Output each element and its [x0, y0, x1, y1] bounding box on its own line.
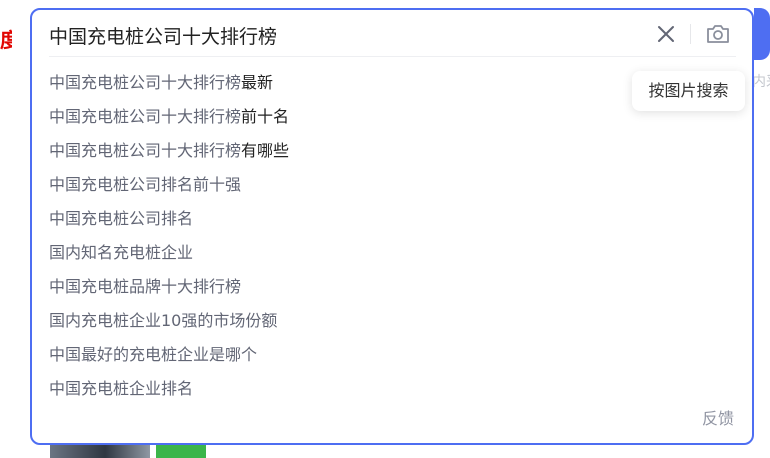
close-icon[interactable]	[655, 23, 677, 45]
suggestion-item[interactable]: 中国充电桩公司十大排行榜前十名	[49, 100, 289, 134]
input-divider	[49, 56, 736, 57]
image-search-tooltip[interactable]: 按图片搜索	[632, 71, 745, 111]
suggestion-prefix: 中国充电桩公司十大排行榜	[49, 107, 242, 126]
suggestion-prefix: 中国充电桩企业排名	[49, 379, 194, 398]
suggestion-item[interactable]: 中国最好的充电桩企业是哪个	[49, 338, 289, 372]
suggestion-prefix: 中国充电桩公司十大排行榜	[49, 141, 242, 160]
suggestion-item[interactable]: 中国充电桩企业排名	[49, 372, 289, 406]
suggestion-item[interactable]: 中国充电桩公司十大排行榜最新	[49, 66, 289, 100]
suggestion-item[interactable]: 国内充电桩企业10强的市场份额	[49, 304, 289, 338]
feedback-link[interactable]: 反馈	[702, 408, 734, 430]
suggestion-suffix: 前十名	[241, 107, 290, 126]
camera-icon[interactable]	[705, 21, 731, 47]
search-submit-button-edge[interactable]	[754, 8, 770, 60]
suggestion-suffix: 有哪些	[241, 141, 290, 160]
suggestion-item[interactable]: 中国充电桩公司排名前十强	[49, 168, 289, 202]
suggestion-prefix: 国内知名充电桩企业	[49, 243, 194, 262]
suggestion-item[interactable]: 中国充电桩公司十大排行榜有哪些	[49, 134, 289, 168]
suggestion-item[interactable]: 中国充电桩公司排名	[49, 202, 289, 236]
toolbar-separator	[690, 24, 691, 44]
suggestion-prefix: 国内充电桩企业10强的市场份额	[49, 311, 278, 330]
suggestion-list: 中国充电桩公司十大排行榜最新 中国充电桩公司十大排行榜前十名 中国充电桩公司十大…	[49, 66, 289, 406]
suggestion-prefix: 中国充电桩公司排名	[49, 209, 194, 228]
suggestion-prefix: 中国充电桩公司排名前十强	[49, 175, 242, 194]
search-input[interactable]: 中国充电桩公司十大排行榜	[49, 24, 277, 50]
suggestion-prefix: 中国充电桩品牌十大排行榜	[49, 277, 242, 296]
suggestion-item[interactable]: 中国充电桩品牌十大排行榜	[49, 270, 289, 304]
suggestion-prefix: 中国充电桩公司十大排行榜	[49, 73, 242, 92]
background-text-fragment: 内采	[752, 74, 770, 90]
baidu-logo-fragment: 度	[0, 28, 12, 52]
suggestion-suffix: 最新	[241, 73, 274, 92]
search-box[interactable]: 中国充电桩公司十大排行榜 中国充电桩公司十大排行榜最新 中国充电桩公司十大排行榜…	[30, 8, 754, 445]
suggestion-prefix: 中国最好的充电桩企业是哪个	[49, 345, 258, 364]
suggestion-item[interactable]: 国内知名充电桩企业	[49, 236, 289, 270]
